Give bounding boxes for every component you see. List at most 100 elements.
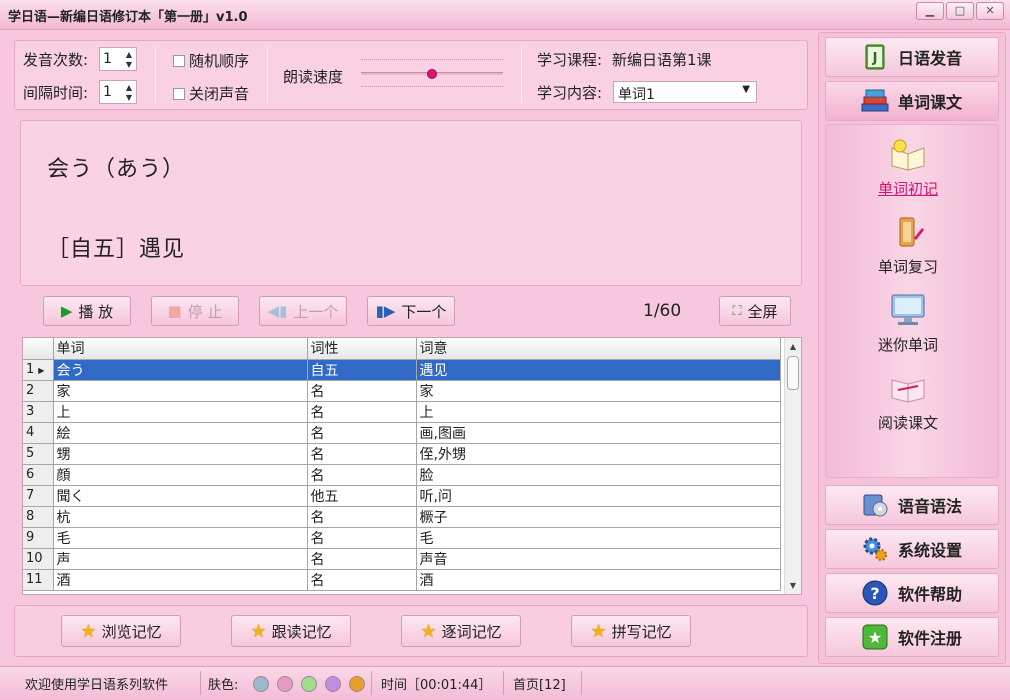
stop-icon: ■ xyxy=(167,302,182,320)
column-header-pos[interactable]: 词性 xyxy=(307,338,417,360)
table-row[interactable]: 8 杭名橛子 xyxy=(23,506,781,528)
column-header-word[interactable]: 单词 xyxy=(53,338,308,360)
row-number: 10 xyxy=(23,548,54,570)
spinner-down-icon[interactable]: ▼ xyxy=(124,93,134,102)
submenu-read-text[interactable]: 阅读课文 xyxy=(842,370,974,433)
table-row[interactable]: 4 絵名画,图画 xyxy=(23,422,781,444)
slider-ticks-top xyxy=(361,59,503,60)
scroll-up-icon[interactable]: ▲ xyxy=(785,338,801,355)
minimize-button[interactable]: ▁ xyxy=(916,2,944,20)
interval-value: 1 xyxy=(103,84,112,100)
table-row[interactable]: 11 酒名酒 xyxy=(23,569,781,591)
nav-word-text[interactable]: 单词课文 xyxy=(825,81,999,121)
skin-color-swatch[interactable] xyxy=(349,676,365,692)
previous-button[interactable]: ◀▮ 上一个 xyxy=(259,296,347,326)
maximize-button[interactable]: □ xyxy=(946,2,974,20)
checkbox-box[interactable] xyxy=(173,87,185,100)
svg-text:★: ★ xyxy=(868,628,882,647)
word-reading: 会う（あう） xyxy=(47,157,186,182)
spelling-memory-label: 拼写记忆 xyxy=(611,622,672,641)
row-number: 3 xyxy=(23,401,54,423)
content-select-value: 单词1 xyxy=(618,87,655,103)
cell-pos: 名 xyxy=(307,464,417,486)
cell-word: 毛 xyxy=(53,527,308,549)
word-counter: 1/60 xyxy=(643,301,682,321)
table-row[interactable]: 2家名家 xyxy=(23,380,781,402)
status-bar: 欢迎使用学日语系列软件 肤色: 时间［00:01:44］ 首页[12] xyxy=(0,666,1010,700)
interval-label: 间隔时间: xyxy=(23,84,89,102)
table-row[interactable]: 10 声名声音 xyxy=(23,548,781,570)
cell-word: 会う xyxy=(53,359,308,381)
status-welcome: 欢迎使用学日语系列软件 xyxy=(25,678,169,693)
browse-memory-button[interactable]: ★ 浏览记忆 xyxy=(61,615,181,647)
submenu-word-first-memory[interactable]: 单词初记 xyxy=(842,136,974,199)
table-row[interactable]: 3上名上 xyxy=(23,401,781,423)
skin-color-swatch[interactable] xyxy=(301,676,317,692)
table-header-row: 单词 词性 词意 xyxy=(23,338,781,360)
cell-pos: 名 xyxy=(307,506,417,528)
submenu-read-text-label: 阅读课文 xyxy=(877,414,938,432)
next-icon: ▮▶ xyxy=(375,302,396,320)
mute-checkbox[interactable]: 关闭声音 xyxy=(173,83,249,104)
random-order-checkbox[interactable]: 随机顺序 xyxy=(173,50,249,71)
row-number: 6 xyxy=(23,464,54,486)
pronounce-count-label: 发音次数: xyxy=(23,51,89,69)
interval-spinner[interactable]: 1 ▲ ▼ xyxy=(99,80,137,104)
nav-grammar[interactable]: 语音语法 xyxy=(825,485,999,525)
skin-color-swatch[interactable] xyxy=(277,676,293,692)
stop-button[interactable]: ■ 停 止 xyxy=(151,296,239,326)
table-scrollbar[interactable]: ▲ ▼ xyxy=(784,338,801,594)
row-number: 7 xyxy=(23,485,54,507)
play-button[interactable]: ▶ 播 放 xyxy=(43,296,131,326)
table-row[interactable]: 1 ▶ 会う 自五 遇见 xyxy=(23,359,781,381)
nav-grammar-label: 语音语法 xyxy=(898,497,963,516)
speed-slider-thumb[interactable] xyxy=(427,69,437,79)
window-controls: ▁ □ ✕ xyxy=(916,2,1004,20)
follow-read-memory-button[interactable]: ★ 跟读记忆 xyxy=(231,615,351,647)
nav-register[interactable]: ★ 软件注册 xyxy=(825,617,999,657)
content-select[interactable]: 单词1 ▼ xyxy=(613,81,757,103)
skin-color-swatch[interactable] xyxy=(253,676,269,692)
table-row[interactable]: 5 甥名侄,外甥 xyxy=(23,443,781,465)
spinner-up-icon[interactable]: ▲ xyxy=(124,50,134,59)
nav-japanese-pronunciation[interactable]: J 日语发音 xyxy=(825,37,999,77)
scrollbar-thumb[interactable] xyxy=(787,356,799,390)
nav-settings[interactable]: 系统设置 xyxy=(825,529,999,569)
row-number: 9 xyxy=(23,527,54,549)
fullscreen-button[interactable]: ⛶ 全屏 xyxy=(719,296,791,326)
spinner-up-icon[interactable]: ▲ xyxy=(124,83,134,92)
close-button[interactable]: ✕ xyxy=(976,2,1004,20)
pronounce-count-spinner[interactable]: 1 ▲ ▼ xyxy=(99,47,137,71)
scroll-down-icon[interactable]: ▼ xyxy=(785,577,801,594)
column-header-meaning[interactable]: 词意 xyxy=(416,338,781,360)
word-by-word-memory-button[interactable]: ★ 逐词记忆 xyxy=(401,615,521,647)
chevron-down-icon[interactable]: ▼ xyxy=(742,84,750,95)
cell-pos: 名 xyxy=(307,422,417,444)
word-table[interactable]: 单词 词性 词意 1 ▶ 会う 自五 遇见 2 家名家 3 上名上 4 絵名画,图画 5 甥名侄,外甥 6… xyxy=(22,337,802,595)
cell-word: 酒 xyxy=(53,569,308,591)
checkbox-box[interactable] xyxy=(173,54,185,67)
open-book-icon xyxy=(888,370,928,406)
cell-meaning: 画,图画 xyxy=(416,422,781,444)
nav-help[interactable]: ? 软件帮助 xyxy=(825,573,999,613)
star-icon: ★ xyxy=(80,620,97,642)
next-button[interactable]: ▮▶ 下一个 xyxy=(367,296,455,326)
word-table-body: 单词 词性 词意 1 ▶ 会う 自五 遇见 2 家名家 3 上名上 4 絵名画,图画 5 甥名侄,外甥 6… xyxy=(23,338,781,591)
pronounce-count-value: 1 xyxy=(103,51,112,67)
table-row[interactable]: 7 聞く 他五 听,问 xyxy=(23,485,781,507)
skin-color-swatch[interactable] xyxy=(325,676,341,692)
table-row[interactable]: 9毛名毛 xyxy=(23,527,781,549)
spinner-down-icon[interactable]: ▼ xyxy=(124,60,134,69)
browse-memory-label: 浏览记忆 xyxy=(101,622,162,641)
cell-meaning: 橛子 xyxy=(416,506,781,528)
submenu-word-review[interactable]: 单词复习 xyxy=(842,214,974,277)
table-row[interactable]: 6顔名脸 xyxy=(23,464,781,486)
nav-help-label: 软件帮助 xyxy=(898,585,963,604)
spelling-memory-button[interactable]: ★ 拼写记忆 xyxy=(571,615,691,647)
content-label: 学习内容: xyxy=(537,84,603,102)
star-icon: ★ xyxy=(590,620,607,642)
current-row-pointer-icon: ▶ xyxy=(38,366,45,375)
cell-meaning: 声音 xyxy=(416,548,781,570)
submenu-mini-words[interactable]: 迷你单词 xyxy=(842,292,974,355)
cell-word: 家 xyxy=(53,380,308,402)
